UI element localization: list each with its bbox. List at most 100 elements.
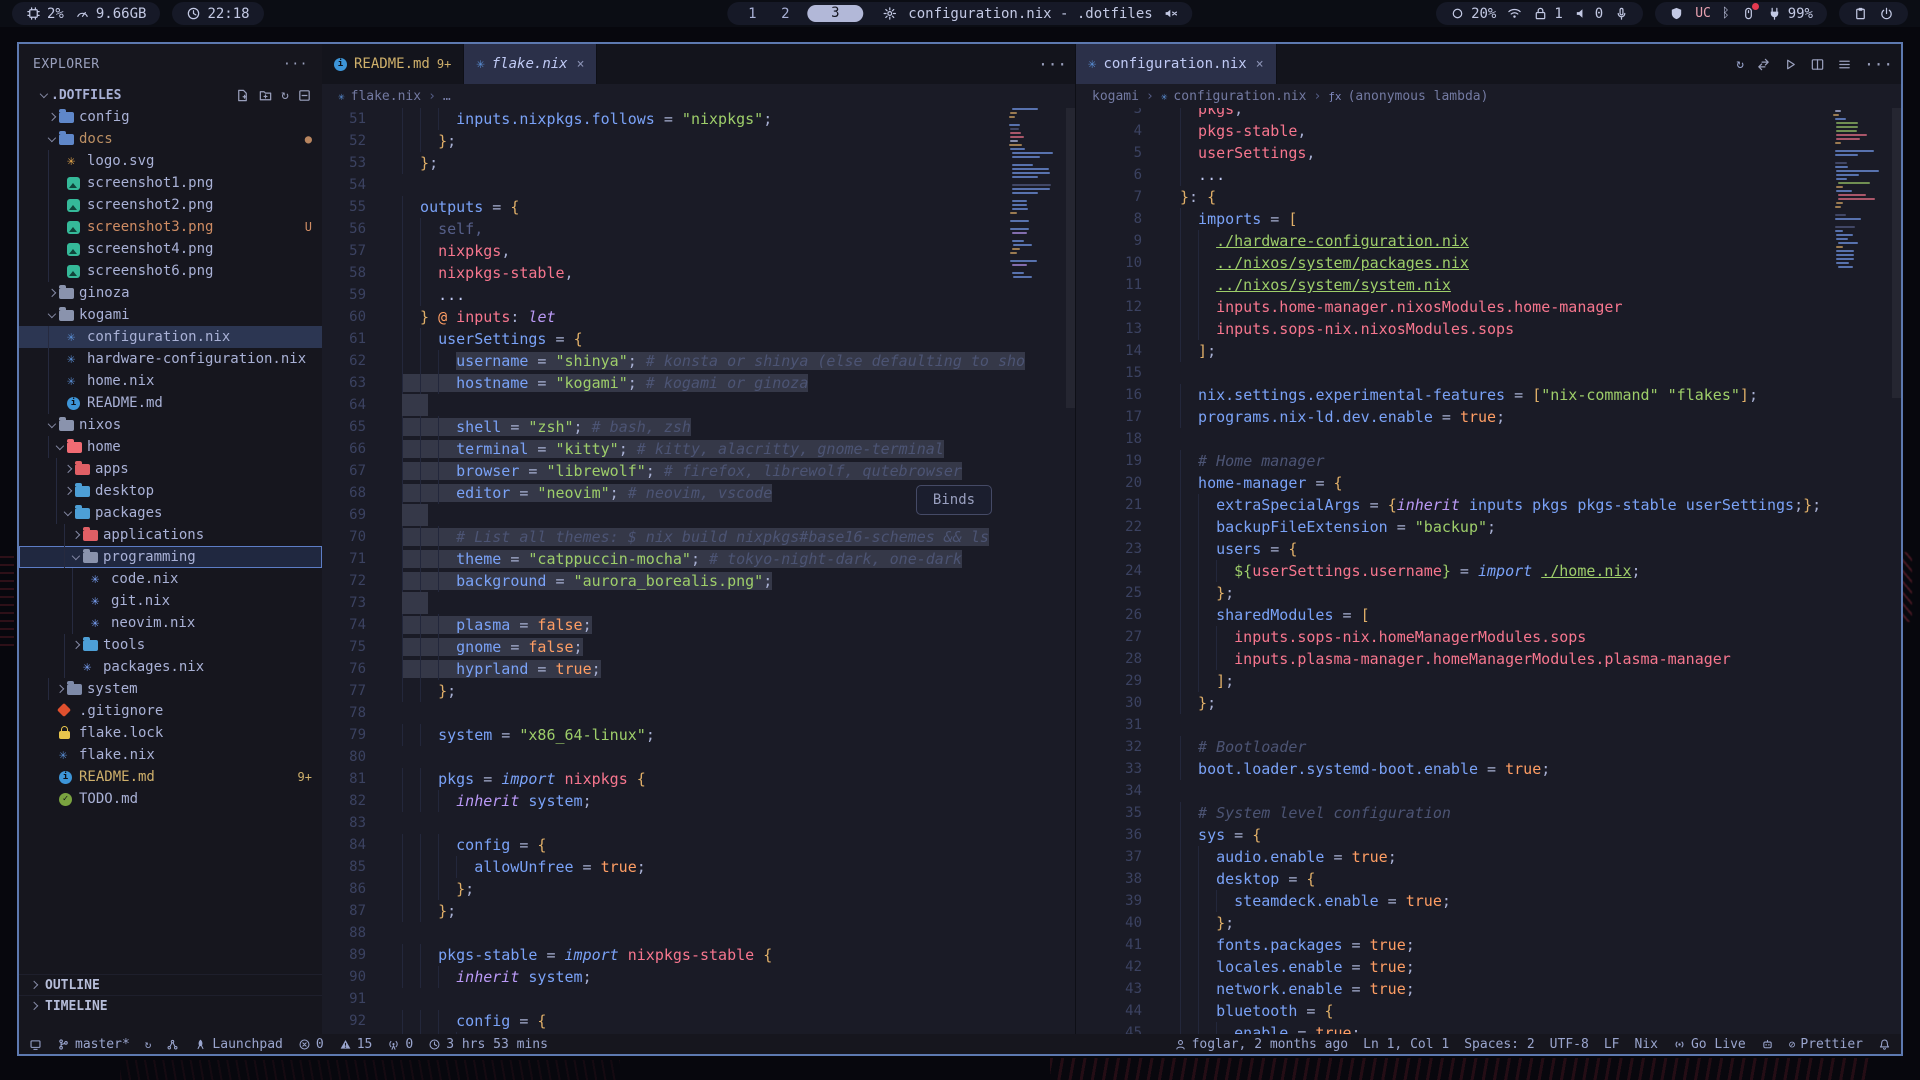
code-line[interactable]: 52 }; [322, 130, 1075, 152]
code-line[interactable]: 58 nixpkgs-stable, [322, 262, 1075, 284]
code-line[interactable]: 9 ./hardware-configuration.nix [1076, 230, 1901, 252]
code-line[interactable]: 32 # Bootloader [1076, 736, 1901, 758]
lock-item[interactable]: 1 [1533, 6, 1562, 22]
code-line[interactable]: 72 background = "aurora_borealis.png"; [322, 570, 1075, 592]
statusbar-item-15[interactable]: 15 [339, 1037, 373, 1052]
code-line[interactable]: 77 }; [322, 680, 1075, 702]
power-item[interactable] [1879, 6, 1894, 21]
plug-item[interactable]: 99% [1767, 6, 1813, 22]
mic-item[interactable] [1614, 6, 1629, 21]
code-line[interactable]: 45 enable = true; [1076, 1022, 1901, 1034]
code-line[interactable]: 71 theme = "catppuccin-mocha"; # tokyo-n… [322, 548, 1075, 570]
brightness-item[interactable]: 20% [1450, 6, 1496, 22]
refresh-icon[interactable]: ↻ [281, 88, 289, 103]
statusbar-item-spaces-2[interactable]: Spaces: 2 [1464, 1037, 1534, 1052]
clipboard-item[interactable] [1853, 6, 1868, 21]
code-line[interactable]: 27 inputs.sops-nix.homeManagerModules.so… [1076, 626, 1901, 648]
code-line[interactable]: 40 }; [1076, 912, 1901, 934]
split-editor-icon[interactable] [1810, 57, 1825, 72]
statusbar-item-ln-1-col-1[interactable]: Ln 1, Col 1 [1363, 1037, 1449, 1052]
tree-item-screenshot2.png[interactable]: screenshot2.png [19, 194, 322, 216]
code-line[interactable]: 87 }; [322, 900, 1075, 922]
code-line[interactable]: 16 nix.settings.experimental-features = … [1076, 384, 1901, 406]
code-line[interactable]: 21 extraSpecialArgs = {inherit inputs pk… [1076, 494, 1901, 516]
new-folder-icon[interactable] [258, 88, 273, 103]
code-line[interactable]: 51 inputs.nixpkgs.follows = "nixpkgs"; [322, 108, 1075, 130]
code-line[interactable]: 44 bluetooth = { [1076, 1000, 1901, 1022]
cpu-item[interactable]: 2% [26, 6, 64, 22]
code-line[interactable]: 31 [1076, 714, 1901, 736]
code-line[interactable]: 76 hyprland = true; [322, 658, 1075, 680]
clock-item[interactable]: 22:18 [186, 6, 249, 22]
statusbar-item-0[interactable]: 0 [298, 1037, 324, 1052]
code-line[interactable]: 6 ... [1076, 164, 1901, 186]
code-line[interactable]: 17 programs.nix-ld.dev.enable = true; [1076, 406, 1901, 428]
tree-item-home.nix[interactable]: ✳home.nix [19, 370, 322, 392]
code-line[interactable]: 25 }; [1076, 582, 1901, 604]
tree-item-flake.lock[interactable]: flake.lock [19, 722, 322, 744]
statusbar-item-bell[interactable] [1878, 1038, 1891, 1051]
tree-item-nixos[interactable]: nixos [19, 414, 322, 436]
tree-item-.gitignore[interactable]: .gitignore [19, 700, 322, 722]
minimap[interactable] [1007, 108, 1065, 280]
code-line[interactable]: 10 ../nixos/system/packages.nix [1076, 252, 1901, 274]
tree-item-todo.md[interactable]: ✓TODO.md [19, 788, 322, 810]
close-icon[interactable]: × [1256, 57, 1264, 72]
tree-item-applications[interactable]: applications [19, 524, 322, 546]
tree-item-config[interactable]: config [19, 106, 322, 128]
code-line[interactable]: 5 userSettings, [1076, 142, 1901, 164]
list-icon[interactable] [1837, 57, 1852, 72]
code-line[interactable]: 54 [322, 174, 1075, 196]
gauge-item[interactable]: 9.66GB [75, 6, 147, 22]
tree-item-flake.nix[interactable]: ✳flake.nix [19, 744, 322, 766]
explorer-more-icon[interactable]: ··· [283, 57, 308, 72]
code-line[interactable]: 70 # List all themes: $ nix build nixpkg… [322, 526, 1075, 548]
code-line[interactable]: 33 boot.loader.systemd-boot.enable = tru… [1076, 758, 1901, 780]
wifi-item[interactable] [1507, 6, 1522, 21]
more-actions-icon[interactable]: ··· [1038, 55, 1067, 74]
code-line[interactable]: 85 allowUnfree = true; [322, 856, 1075, 878]
statusbar-item-sync[interactable]: ↻ [145, 1039, 152, 1050]
collapse-all-icon[interactable] [297, 88, 312, 103]
code-line[interactable]: 82 inherit system; [322, 790, 1075, 812]
compare-icon[interactable] [1756, 57, 1771, 72]
tree-item-tools[interactable]: tools [19, 634, 322, 656]
breadcrumb-segment[interactable]: … [443, 89, 451, 104]
code-line[interactable]: 78 [322, 702, 1075, 724]
scrollbar[interactable] [1066, 108, 1075, 408]
section-outline[interactable]: OUTLINE [19, 974, 322, 995]
code-line[interactable]: 20 home-manager = { [1076, 472, 1901, 494]
bluetooth-item[interactable]: ᛒ [1722, 7, 1730, 20]
statusbar-item-go-live[interactable]: Go Live [1673, 1037, 1746, 1052]
code-line[interactable]: 42 locales.enable = true; [1076, 956, 1901, 978]
code-line[interactable]: 63 hostname = "kogami"; # kogami or gino… [322, 372, 1075, 394]
statusbar-item-graph[interactable] [166, 1038, 179, 1051]
tree-item-packages[interactable]: packages [19, 502, 322, 524]
tree-item-home[interactable]: home [19, 436, 322, 458]
speaker-item[interactable]: 0 [1574, 6, 1603, 22]
code-line[interactable]: 43 network.enable = true; [1076, 978, 1901, 1000]
tree-item-logo.svg[interactable]: ✳logo.svg [19, 150, 322, 172]
section-timeline[interactable]: TIMELINE [19, 995, 322, 1016]
close-icon[interactable]: × [577, 57, 585, 72]
tree-item-kogami[interactable]: kogami [19, 304, 322, 326]
code-line[interactable]: 30 }; [1076, 692, 1901, 714]
breadcrumb-segment[interactable]: ✳configuration.nix [1161, 89, 1307, 104]
code-line[interactable]: 53 }; [322, 152, 1075, 174]
code-line[interactable]: 39 steamdeck.enable = true; [1076, 890, 1901, 912]
workspace-3[interactable]: 3 [807, 5, 863, 22]
tree-item-readme.md[interactable]: iREADME.md [19, 392, 322, 414]
code-line[interactable]: 55 outputs = { [322, 196, 1075, 218]
new-file-icon[interactable] [235, 88, 250, 103]
code-line[interactable]: 90 inherit system; [322, 966, 1075, 988]
code-line[interactable]: 11 ../nixos/system/system.nix [1076, 274, 1901, 296]
code-line[interactable]: 8 imports = [ [1076, 208, 1901, 230]
tree-item-neovim.nix[interactable]: ✳neovim.nix [19, 612, 322, 634]
code-line[interactable]: 74 plasma = false; [322, 614, 1075, 636]
tab-flake.nix[interactable]: ✳flake.nix× [464, 44, 597, 84]
code-line[interactable]: 12 inputs.home-manager.nixosModules.home… [1076, 296, 1901, 318]
code-line[interactable]: 37 audio.enable = true; [1076, 846, 1901, 868]
code-line[interactable]: 92 config = { [322, 1010, 1075, 1032]
statusbar-item-launchpad[interactable]: Launchpad [194, 1037, 282, 1052]
scrollbar[interactable] [1892, 98, 1901, 398]
